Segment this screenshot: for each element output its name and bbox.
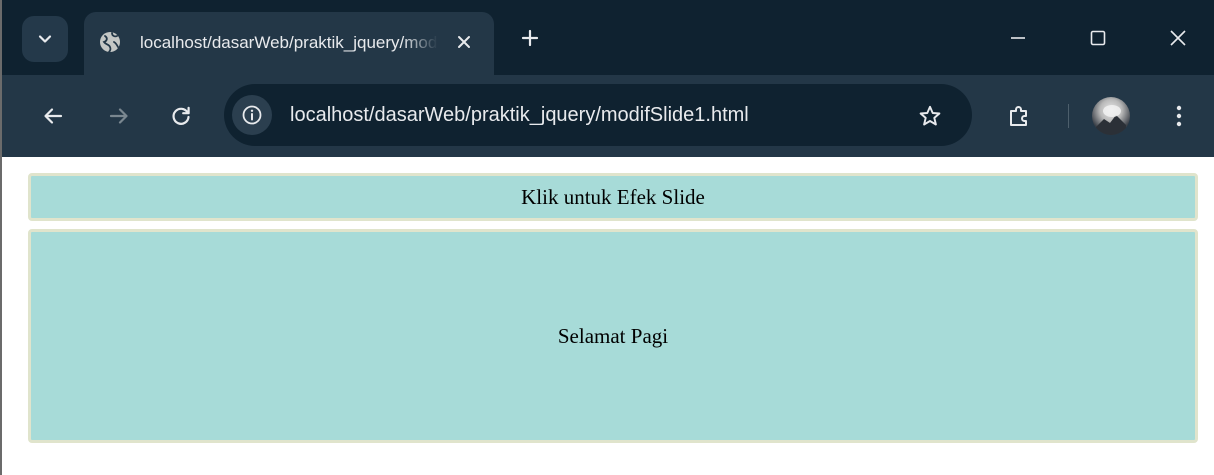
- plus-icon: [521, 29, 539, 47]
- slide-panel: Selamat Pagi: [28, 229, 1198, 443]
- close-icon: [458, 36, 470, 48]
- arrow-left-icon: [44, 108, 63, 124]
- forward-button[interactable]: [98, 95, 140, 137]
- reload-icon: [172, 106, 190, 125]
- minimize-icon: [1011, 37, 1025, 39]
- back-button[interactable]: [32, 95, 74, 137]
- chevron-down-icon: [38, 35, 52, 43]
- browser-toolbar: localhost/dasarWeb/praktik_jquery/modifS…: [2, 75, 1214, 157]
- maximize-button[interactable]: [1070, 12, 1126, 64]
- minimize-button[interactable]: [990, 12, 1046, 64]
- tab-close-button[interactable]: [450, 28, 478, 56]
- bookmark-button[interactable]: [914, 100, 946, 132]
- puzzle-icon: [1010, 106, 1027, 126]
- extensions-button[interactable]: [1000, 97, 1038, 135]
- tab-search-button[interactable]: [22, 16, 68, 62]
- tab-strip: localhost/dasarWeb/praktik_jquery/modifS…: [2, 0, 1214, 75]
- tab-title: localhost/dasarWeb/praktik_jquery/modifS…: [140, 33, 438, 52]
- toolbar-divider: [1068, 104, 1069, 128]
- flip-toggle[interactable]: Klik untuk Efek Slide: [28, 173, 1198, 221]
- maximize-icon: [1090, 30, 1106, 46]
- address-bar[interactable]: localhost/dasarWeb/praktik_jquery/modifS…: [224, 84, 972, 146]
- kebab-menu-icon: [1176, 105, 1182, 127]
- close-icon: [1170, 30, 1186, 46]
- browser-menu-button[interactable]: [1160, 97, 1198, 135]
- new-tab-button[interactable]: [512, 20, 548, 56]
- site-info-button[interactable]: [232, 95, 272, 135]
- globe-icon: [100, 32, 120, 53]
- profile-image-icon: [1096, 105, 1126, 135]
- arrow-right-icon: [109, 108, 128, 124]
- close-window-button[interactable]: [1150, 12, 1206, 64]
- active-tab[interactable]: localhost/dasarWeb/praktik_jquery/modifS…: [84, 12, 494, 75]
- star-icon: [919, 105, 941, 126]
- profile-avatar[interactable]: [1092, 97, 1130, 135]
- page-content: Klik untuk Efek Slide Selamat Pagi: [4, 157, 1214, 475]
- reload-button[interactable]: [160, 95, 202, 137]
- url-text[interactable]: localhost/dasarWeb/praktik_jquery/modifS…: [290, 103, 890, 127]
- info-icon: [242, 105, 262, 125]
- browser-window: localhost/dasarWeb/praktik_jquery/modifS…: [0, 0, 1214, 475]
